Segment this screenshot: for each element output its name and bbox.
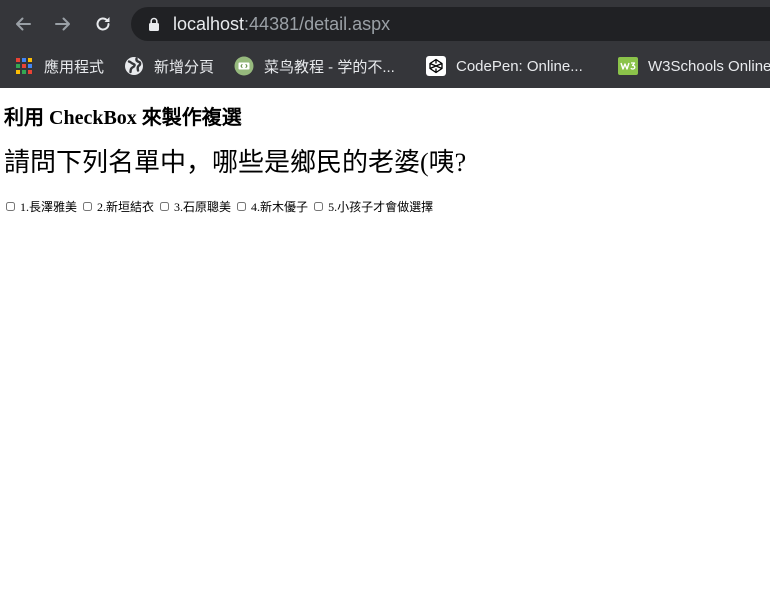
option-3: 3.石原聰美	[158, 198, 231, 215]
arrow-left-icon	[16, 17, 31, 31]
question-heading: 請問下列名單中，哪些是鄉民的老婆(咦?	[4, 148, 467, 177]
bookmark-label: 應用程式	[44, 58, 105, 76]
page-content: 利用 CheckBox 來製作複選 請問下列名單中，哪些是鄉民的老婆(咦? 1.…	[0, 88, 770, 594]
back-button[interactable]	[11, 12, 35, 36]
bookmark-w3schools[interactable]: W3Schools Online...	[618, 48, 770, 84]
globe-icon	[124, 56, 144, 76]
address-bar[interactable]: localhost:44381/detail.aspx	[131, 7, 770, 41]
option-4-checkbox[interactable]	[237, 201, 247, 211]
bookmark-apps[interactable]: 應用程式	[14, 48, 104, 84]
page-subtitle: 利用 CheckBox 來製作複選	[4, 107, 242, 129]
option-2: 2.新垣結衣	[81, 198, 154, 215]
forward-button[interactable]	[51, 12, 75, 36]
reload-button[interactable]	[91, 12, 115, 36]
option-1-checkbox[interactable]	[6, 201, 15, 211]
lock-icon	[149, 17, 159, 31]
bookmark-new-tab[interactable]: 新增分頁	[124, 48, 214, 84]
option-4-label[interactable]: 4.新木優子	[251, 198, 308, 215]
option-2-label[interactable]: 2.新垣結衣	[97, 198, 154, 215]
option-3-label[interactable]: 3.石原聰美	[174, 198, 231, 215]
url-text: localhost:44381/detail.aspx	[173, 13, 390, 35]
bookmark-label: CodePen: Online...	[456, 57, 583, 75]
bookmark-label: 新增分頁	[154, 58, 215, 76]
bookmarks-bar: 應用程式 新增分頁 菜鸟教程 - 学的不... CodePen: Online.…	[0, 48, 770, 84]
option-4: 4.新木優子	[235, 198, 308, 215]
url-host: localhost	[173, 14, 245, 34]
w3schools-icon	[618, 56, 638, 76]
option-3-checkbox[interactable]	[160, 201, 170, 211]
url-path: :44381/detail.aspx	[244, 14, 391, 34]
option-1: 1.長澤雅美	[4, 198, 77, 215]
runoob-icon	[234, 56, 254, 76]
browser-chrome: localhost:44381/detail.aspx 應用程式 新增分頁 菜鸟…	[0, 0, 770, 88]
reload-icon	[96, 17, 110, 31]
bookmark-codepen[interactable]: CodePen: Online...	[426, 48, 583, 84]
bookmark-runoob[interactable]: 菜鸟教程 - 学的不...	[234, 48, 395, 84]
bookmark-label: 菜鸟教程 - 学的不...	[264, 58, 395, 76]
apps-grid-icon	[14, 56, 34, 76]
option-5-checkbox[interactable]	[314, 201, 324, 211]
option-1-label[interactable]: 1.長澤雅美	[20, 198, 77, 215]
option-5-label[interactable]: 5.小孩子才會做選擇	[328, 198, 433, 215]
checkbox-list: 1.長澤雅美 2.新垣結衣 3.石原聰美 4.新木優子 5.小孩子才會做選擇	[4, 198, 437, 214]
bookmark-label: W3Schools Online...	[648, 57, 770, 75]
option-2-checkbox[interactable]	[83, 201, 93, 211]
codepen-icon	[426, 56, 446, 76]
navigation-bar: localhost:44381/detail.aspx	[0, 0, 770, 48]
arrow-right-icon	[55, 17, 70, 31]
option-5: 5.小孩子才會做選擇	[312, 198, 433, 215]
